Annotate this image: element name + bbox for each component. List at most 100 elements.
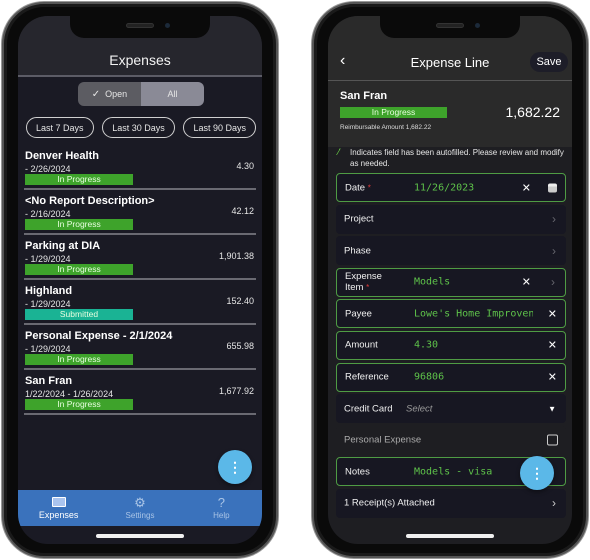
chevron-right-icon: › (551, 275, 555, 290)
payee-value-text: Lowe's Home Improven (414, 308, 533, 320)
clear-icon[interactable]: ✕ (522, 181, 531, 194)
chevron-right-icon: › (552, 496, 556, 511)
report-date: - 2/16/2024 (25, 209, 71, 219)
report-row[interactable]: <No Report Description> - 2/16/2024 42.1… (24, 190, 256, 235)
save-button[interactable]: Save (530, 52, 568, 72)
report-amount: 4.30 (236, 161, 254, 171)
report-name: Parking at DIA (25, 240, 101, 252)
status-badge: In Progress (25, 264, 133, 275)
payee-field[interactable]: Payee ⁄̇Lowe's Home Improven ✕ (336, 299, 566, 329)
tab-expenses-label: Expenses (38, 509, 79, 520)
reference-value: ⁄̇96806 (405, 372, 444, 383)
report-amount: 1,677.92 (218, 386, 254, 396)
notch (70, 16, 210, 38)
required-mark: * (367, 183, 371, 192)
phase-field[interactable]: Phase › (336, 236, 566, 266)
open-all-toggle[interactable]: ✓ Open All (78, 82, 204, 106)
total-amount: 1,682.22 (505, 104, 561, 120)
report-row[interactable]: Personal Expense - 2/1/2024 - 1/29/2024 … (24, 325, 256, 370)
toggle-all[interactable]: All (141, 82, 204, 106)
personal-expense-checkbox[interactable] (547, 434, 558, 446)
page-title: Expenses (109, 52, 171, 68)
magic-wand-icon: ⁄̇ (338, 147, 340, 157)
credit-card-field[interactable]: Credit Card Select ▼ (336, 394, 566, 424)
amount-field[interactable]: Amount ⁄̇4.30 ✕ (336, 330, 566, 360)
status-badge: In Progress (25, 354, 133, 365)
report-date: - 1/29/2024 (25, 299, 71, 309)
notes-value: ⁄̇Models - visa (405, 466, 492, 477)
toggle-open-label: Open (105, 89, 128, 99)
card-icon (51, 496, 66, 507)
report-name: Personal Expense - 2/1/2024 (25, 330, 173, 342)
more-actions-fab[interactable]: ⋮ (520, 456, 554, 490)
home-indicator (96, 534, 184, 538)
tab-help[interactable]: ? Help (181, 490, 262, 526)
report-name: Highland (25, 285, 73, 297)
receipts-label: 1 Receipt(s) Attached (344, 497, 435, 509)
report-amount: 42.12 (231, 206, 254, 216)
chip-last-90-days[interactable]: Last 90 Days (183, 117, 256, 138)
notes-value-text: Models - visa (414, 466, 493, 478)
calendar-icon[interactable] (548, 183, 557, 192)
phone-expense-line: ‹ Expense Line Save San Fran In Progress… (312, 2, 588, 558)
status-badge: Submitted (25, 309, 133, 320)
report-name: Denver Health (25, 150, 99, 162)
toggle-all-label: All (167, 89, 178, 99)
reimbursable-amount: Reimbursable Amount 1,682.22 (340, 124, 432, 131)
report-name: San Fran (340, 90, 388, 102)
receipts-field[interactable]: 1 Receipt(s) Attached › (336, 488, 566, 518)
date-field[interactable]: Date * ⁄̇11/26/2023 ✕ (336, 173, 566, 202)
date-label-text: Date (345, 182, 366, 193)
report-date: - 2/26/2024 (25, 164, 71, 174)
tab-help-label: Help (213, 511, 230, 520)
dropdown-caret-icon: ▼ (548, 404, 556, 414)
amount-value-text: 4.30 (414, 339, 439, 351)
gear-icon: ⚙ (134, 495, 146, 510)
tab-settings[interactable]: ⚙ Settings (99, 490, 180, 526)
tab-expenses[interactable]: Expenses (18, 490, 99, 526)
expense-item-label-line2: Item (345, 282, 364, 294)
speaker (126, 23, 154, 28)
question-icon: ? (217, 495, 225, 510)
credit-card-select[interactable]: Select (406, 403, 432, 414)
autofill-note: ⁄̇ Indicates field has been autofilled. … (336, 147, 566, 169)
bottom-tab-bar: Expenses ⚙ Settings ? Help (18, 490, 262, 526)
status-badge: In Progress (25, 219, 133, 230)
clear-icon[interactable]: ✕ (548, 339, 557, 352)
report-name: <No Report Description> (25, 195, 155, 207)
tab-settings-label: Settings (125, 511, 155, 520)
more-vertical-icon: ⋮ (530, 464, 544, 481)
date-label: Date * (345, 182, 371, 193)
clear-icon[interactable]: ✕ (548, 307, 557, 320)
date-value-text: 11/26/2023 (414, 182, 475, 193)
expense-item-field[interactable]: ExpenseItem * ⁄̇Models ✕ › (336, 267, 566, 297)
chip-last-7-days[interactable]: Last 7 Days (26, 117, 94, 138)
report-amount: 152.40 (226, 296, 254, 306)
more-actions-fab[interactable]: ⋮ (218, 450, 252, 484)
report-amount: 655.98 (226, 341, 254, 351)
autofill-note-text: Indicates field has been autofilled. Ple… (350, 148, 564, 168)
expenses-screen: Expenses ✓ Open All Last 7 Days Last 30 D… (18, 16, 262, 544)
phone-expenses-list: Expenses ✓ Open All Last 7 Days Last 30 D… (2, 2, 278, 558)
report-date: - 1/29/2024 (25, 254, 71, 264)
expense-item-value-text: Models (414, 276, 451, 288)
report-date: 1/22/2024 - 1/26/2024 (25, 389, 114, 399)
report-row[interactable]: Parking at DIA - 1/29/2024 1,901.38 In P… (24, 235, 256, 280)
report-row[interactable]: Denver Health - 2/26/2024 4.30 In Progre… (24, 145, 256, 190)
project-label: Project (344, 213, 374, 225)
toggle-open[interactable]: ✓ Open (78, 82, 141, 106)
status-badge: In Progress (25, 399, 133, 410)
chevron-right-icon: › (552, 212, 556, 227)
amount-value: ⁄̇4.30 (405, 340, 438, 351)
date-range-chips: Last 7 Days Last 30 Days Last 90 Days (26, 117, 256, 138)
notch (380, 16, 520, 38)
report-row[interactable]: San Fran 1/22/2024 - 1/26/2024 1,677.92 … (24, 370, 256, 415)
clear-icon[interactable]: ✕ (522, 276, 531, 289)
chip-last-30-days[interactable]: Last 30 Days (102, 117, 175, 138)
reference-field[interactable]: Reference ⁄̇96806 ✕ (336, 362, 566, 392)
camera (475, 23, 480, 28)
payee-value: ⁄̇Lowe's Home Improven (405, 308, 533, 319)
report-row[interactable]: Highland - 1/29/2024 152.40 Submitted (24, 280, 256, 325)
project-field[interactable]: Project › (336, 204, 566, 234)
clear-icon[interactable]: ✕ (548, 371, 557, 384)
